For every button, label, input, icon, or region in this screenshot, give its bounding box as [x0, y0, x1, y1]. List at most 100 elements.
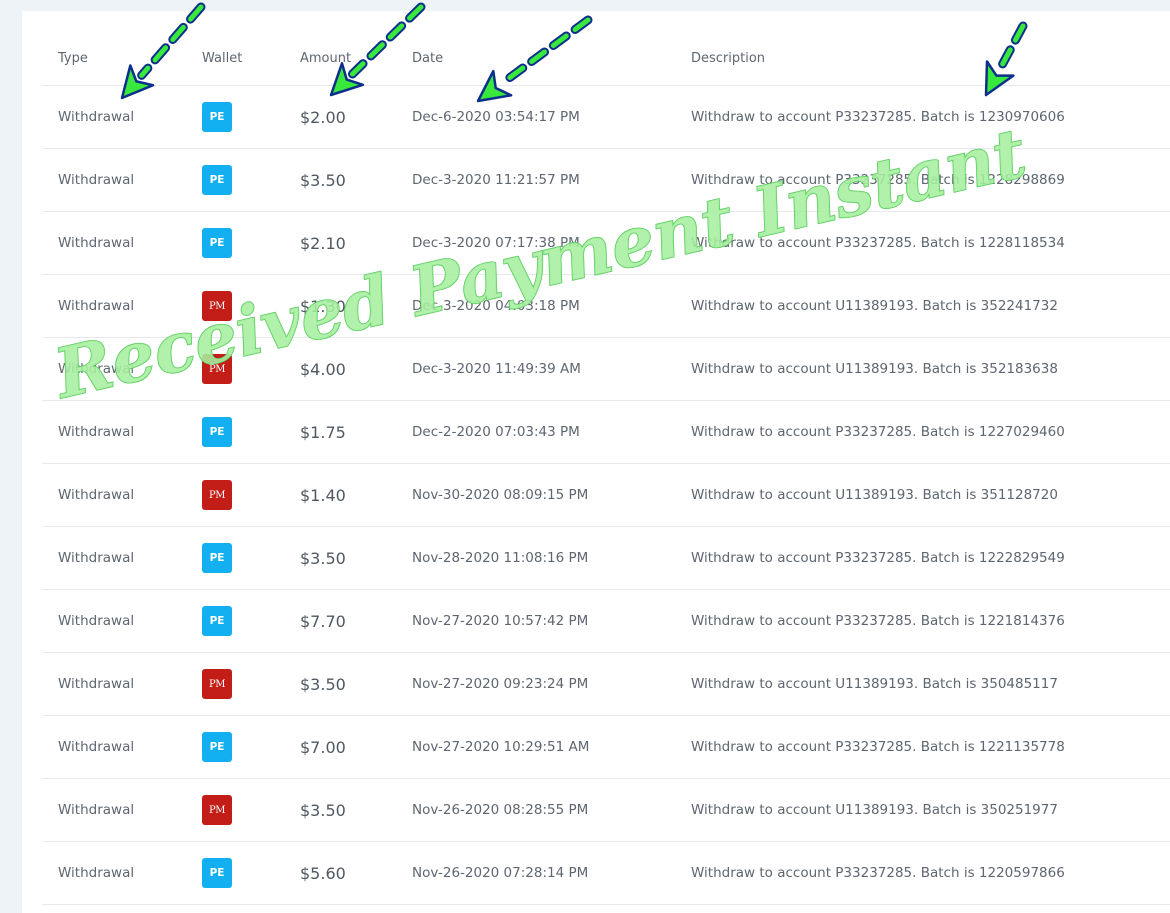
amount-cell: $4.00 [300, 359, 346, 379]
header-type[interactable]: Type [58, 11, 88, 85]
description-cell: Withdraw to account U11389193. Batch is … [691, 802, 1058, 818]
wallet-cell: PM [202, 338, 232, 400]
type-cell: Withdrawal [58, 487, 135, 503]
date-cell: Nov-28-2020 11:08:16 PM [412, 550, 589, 566]
description-cell: Withdraw to account P33237285. Batch is … [691, 739, 1065, 755]
wallet-cell: PE [202, 842, 232, 904]
amount-cell: $7.70 [300, 611, 346, 631]
wallet-cell: PE [202, 149, 232, 211]
wallet-cell: PM [202, 653, 232, 715]
wallet-cell: PM [202, 464, 232, 526]
type-cell: Withdrawal [58, 172, 135, 188]
perfect-money-icon: PM [202, 795, 232, 825]
amount-cell: $2.00 [300, 107, 346, 127]
description-cell: Withdraw to account P33237285. Batch is … [691, 424, 1065, 440]
wallet-cell: PM [202, 275, 232, 337]
date-cell: Nov-27-2020 10:57:42 PM [412, 613, 589, 629]
type-cell: Withdrawal [58, 802, 135, 818]
wallet-cell: PE [202, 527, 232, 589]
type-cell: Withdrawal [58, 676, 135, 692]
table-row: Withdrawal PE $3.50 Dec-3-2020 11:21:57 PM W… [42, 149, 1170, 212]
payeer-icon: PE [202, 228, 232, 258]
type-cell: Withdrawal [58, 613, 135, 629]
header-amount[interactable]: Amount [300, 11, 351, 85]
description-cell: Withdraw to account P33237285. Batch is … [691, 172, 1065, 188]
payeer-icon: PE [202, 102, 232, 132]
amount-cell: $7.00 [300, 737, 346, 757]
amount-cell: $1.75 [300, 422, 346, 442]
table-row: Withdrawal PE $3.50 Nov-28-2020 11:08:16 PM… [42, 527, 1170, 590]
transactions-panel: Type Wallet Amount Date Description With… [22, 11, 1170, 913]
table-row: Withdrawal PE $5.60 Nov-26-2020 07:28:14 PM… [42, 842, 1170, 905]
wallet-cell: PE [202, 590, 232, 652]
amount-cell: $5.60 [300, 863, 346, 883]
amount-cell: $3.50 [300, 674, 346, 694]
type-cell: Withdrawal [58, 865, 135, 881]
table-row: Withdrawal PE $2.00 Dec-6-2020 03:54:17 PM W… [42, 86, 1170, 149]
table-row: Withdrawal PE $2.10 Dec-3-2020 07:17:38 PM W… [42, 212, 1170, 275]
payeer-icon: PE [202, 858, 232, 888]
amount-cell: $3.50 [300, 548, 346, 568]
description-cell: Withdraw to account P33237285. Batch is … [691, 235, 1065, 251]
table-row: Withdrawal PM $1.40 Nov-30-2020 08:09:15 PM… [42, 464, 1170, 527]
type-cell: Withdrawal [58, 424, 135, 440]
description-cell: Withdraw to account P33237285. Batch is … [691, 550, 1065, 566]
date-cell: Dec-3-2020 07:17:38 PM [412, 235, 580, 251]
description-cell: Withdraw to account U11389193. Batch is … [691, 361, 1058, 377]
header-date[interactable]: Date [412, 11, 443, 85]
type-cell: Withdrawal [58, 361, 135, 377]
wallet-cell: PE [202, 716, 232, 778]
description-cell: Withdraw to account U11389193. Batch is … [691, 676, 1058, 692]
amount-cell: $2.10 [300, 233, 346, 253]
payeer-icon: PE [202, 543, 232, 573]
date-cell: Nov-30-2020 08:09:15 PM [412, 487, 589, 503]
table-row: Withdrawal PM $4.00 Dec-3-2020 11:49:39 AM W… [42, 338, 1170, 401]
type-cell: Withdrawal [58, 739, 135, 755]
wallet-cell: PE [202, 212, 232, 274]
description-cell: Withdraw to account P33237285. Batch is … [691, 865, 1065, 881]
perfect-money-icon: PM [202, 480, 232, 510]
transactions-table: Type Wallet Amount Date Description With… [42, 11, 1170, 905]
description-cell: Withdraw to account P33237285. Batch is … [691, 109, 1065, 125]
table-row: Withdrawal PM $3.50 Nov-27-2020 09:23:24 PM… [42, 653, 1170, 716]
description-cell: Withdraw to account U11389193. Batch is … [691, 298, 1058, 314]
wallet-cell: PE [202, 86, 232, 148]
payeer-icon: PE [202, 417, 232, 447]
amount-cell: $3.50 [300, 170, 346, 190]
perfect-money-icon: PM [202, 354, 232, 384]
header-description[interactable]: Description [691, 11, 765, 85]
table-row: Withdrawal PM $3.50 Nov-26-2020 08:28:55 PM… [42, 779, 1170, 842]
table-row: Withdrawal PE $1.75 Dec-2-2020 07:03:43 PM W… [42, 401, 1170, 464]
type-cell: Withdrawal [58, 550, 135, 566]
payeer-icon: PE [202, 165, 232, 195]
table-body: Withdrawal PE $2.00 Dec-6-2020 03:54:17 PM W… [42, 86, 1170, 905]
amount-cell: $3.50 [300, 800, 346, 820]
perfect-money-icon: PM [202, 291, 232, 321]
wallet-cell: PM [202, 779, 232, 841]
date-cell: Dec-3-2020 11:49:39 AM [412, 361, 581, 377]
date-cell: Dec-2-2020 07:03:43 PM [412, 424, 580, 440]
date-cell: Nov-27-2020 10:29:51 AM [412, 739, 590, 755]
wallet-cell: PE [202, 401, 232, 463]
date-cell: Nov-27-2020 09:23:24 PM [412, 676, 589, 692]
date-cell: Nov-26-2020 07:28:14 PM [412, 865, 589, 881]
table-header: Type Wallet Amount Date Description [42, 11, 1170, 86]
description-cell: Withdraw to account U11389193. Batch is … [691, 487, 1058, 503]
date-cell: Dec-3-2020 11:21:57 PM [412, 172, 580, 188]
type-cell: Withdrawal [58, 235, 135, 251]
amount-cell: $1.30 [300, 296, 346, 316]
perfect-money-icon: PM [202, 669, 232, 699]
amount-cell: $1.40 [300, 485, 346, 505]
header-wallet[interactable]: Wallet [202, 11, 242, 85]
type-cell: Withdrawal [58, 298, 135, 314]
payeer-icon: PE [202, 732, 232, 762]
table-row: Withdrawal PE $7.70 Nov-27-2020 10:57:42 PM… [42, 590, 1170, 653]
payeer-icon: PE [202, 606, 232, 636]
table-row: Withdrawal PM $1.30 Dec-3-2020 04:03:18 PM W… [42, 275, 1170, 338]
date-cell: Nov-26-2020 08:28:55 PM [412, 802, 589, 818]
table-row: Withdrawal PE $7.00 Nov-27-2020 10:29:51 AM… [42, 716, 1170, 779]
type-cell: Withdrawal [58, 109, 135, 125]
date-cell: Dec-6-2020 03:54:17 PM [412, 109, 580, 125]
description-cell: Withdraw to account P33237285. Batch is … [691, 613, 1065, 629]
date-cell: Dec-3-2020 04:03:18 PM [412, 298, 580, 314]
